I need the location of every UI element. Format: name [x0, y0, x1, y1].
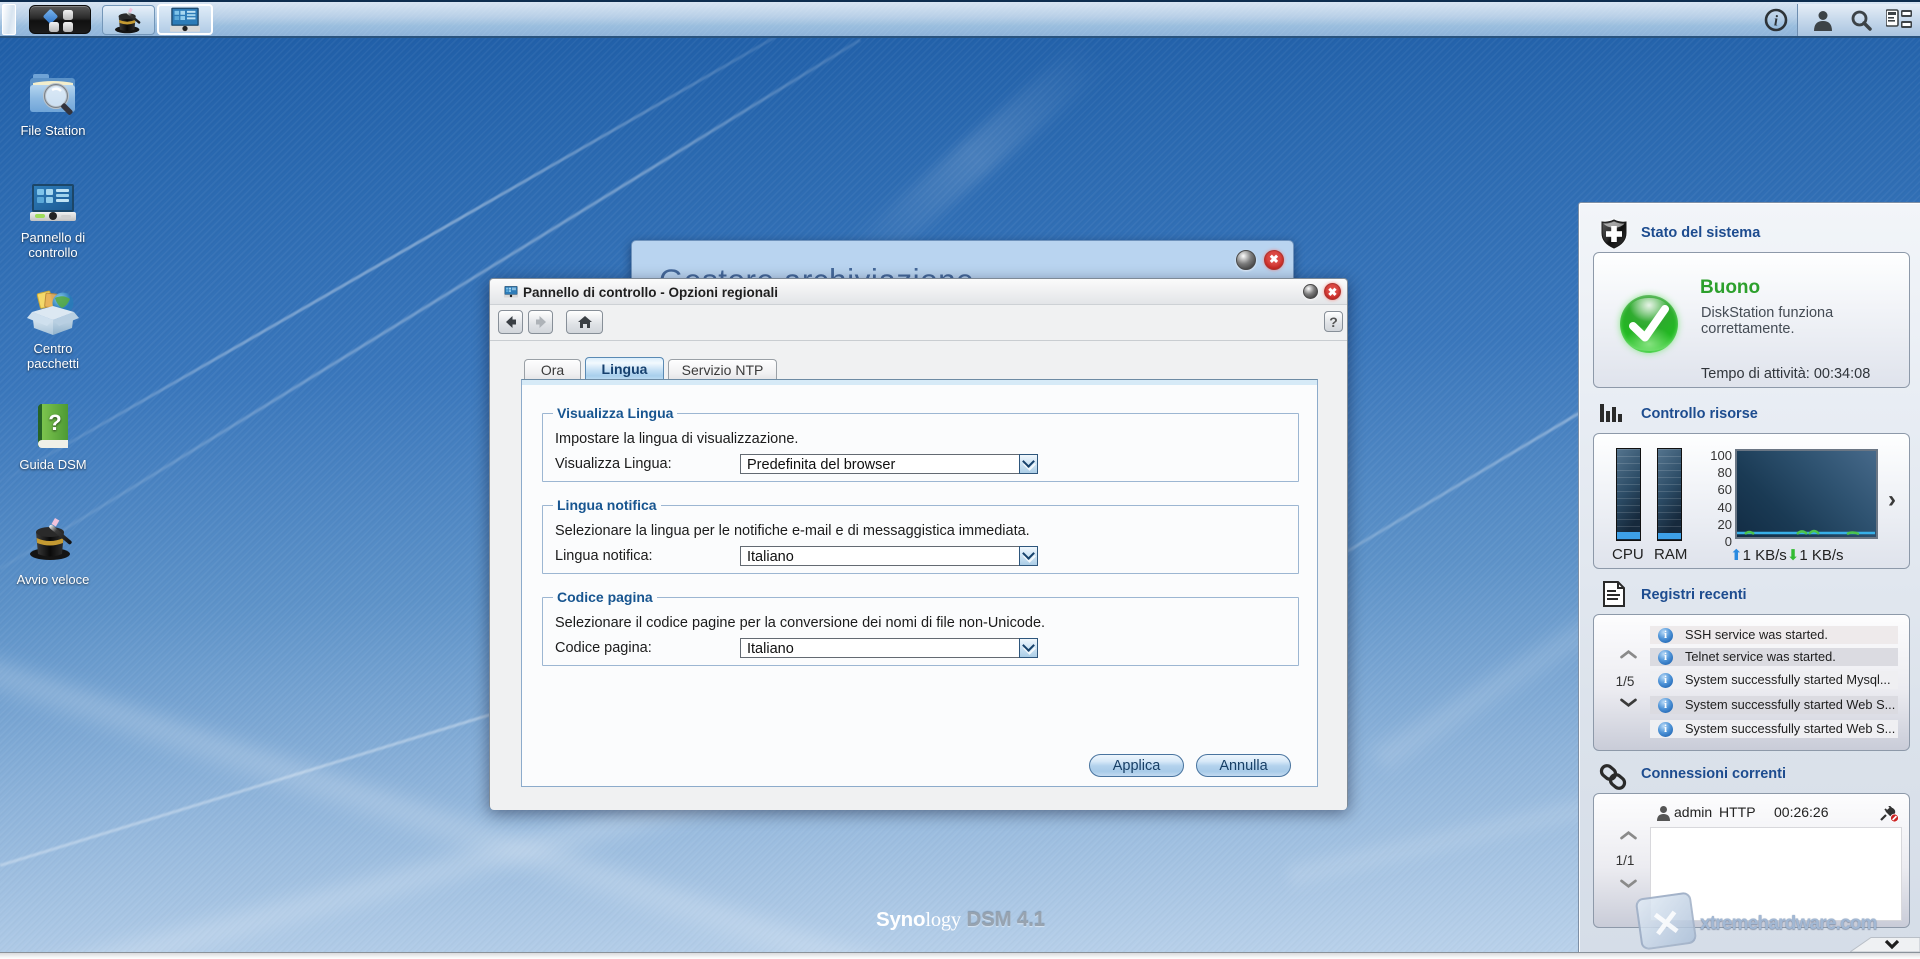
svg-text:i: i [1774, 14, 1779, 30]
svg-text:?: ? [48, 410, 61, 435]
